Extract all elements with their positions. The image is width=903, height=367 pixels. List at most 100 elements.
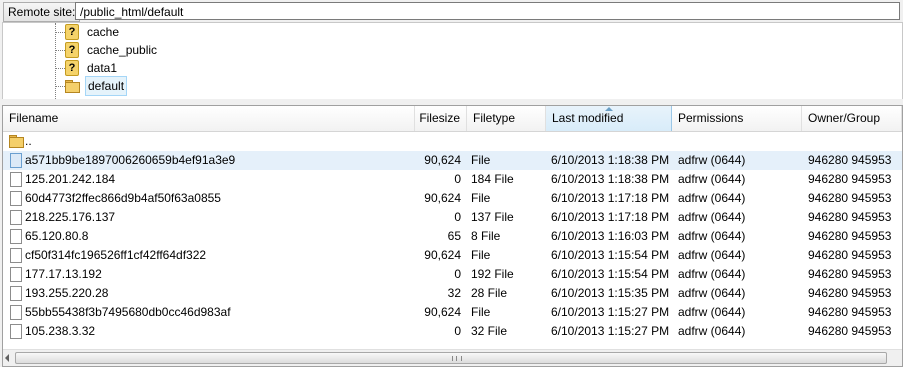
file-row[interactable]: 125.201.242.184 0 184 File 6/10/2013 1:18:3…: [3, 170, 902, 189]
remote-file-list[interactable]: Filename Filesize Filetype Last modified…: [2, 105, 903, 367]
file-row[interactable]: 65.120.80.8 65 8 File 6/10/2013 1:16:03 PM a…: [3, 227, 902, 246]
file-permissions: adfrw (0644): [678, 191, 746, 205]
file-icon: [10, 267, 22, 282]
file-icon: [10, 191, 22, 206]
file-row[interactable]: 177.17.13.192 0 192 File 6/10/2013 1:15:54 …: [3, 265, 902, 284]
file-name: ..: [25, 134, 32, 148]
file-owner-group: 946280 945953: [808, 191, 892, 205]
column-header-owner-group[interactable]: Owner/Group: [802, 106, 902, 131]
tree-item-label: data1: [87, 61, 118, 75]
column-header-permissions[interactable]: Permissions: [672, 106, 802, 131]
file-type: 32 File: [471, 324, 508, 338]
file-type: File: [471, 153, 491, 167]
file-last-modified: 6/10/2013 1:15:54 PM: [551, 267, 670, 281]
tree-guide-line: [55, 23, 56, 99]
file-name: 218.225.176.137: [25, 210, 116, 224]
file-name: cf50f314fc196526ff1cf42ff64df322: [25, 248, 207, 262]
file-owner-group: 946280 945953: [808, 286, 892, 300]
column-header-filesize[interactable]: Filesize: [415, 106, 467, 131]
parent-directory-row[interactable]: ..: [3, 132, 902, 151]
file-last-modified: 6/10/2013 1:15:35 PM: [551, 286, 670, 300]
file-last-modified: 6/10/2013 1:17:18 PM: [551, 191, 670, 205]
file-icon: [10, 153, 22, 168]
file-icon: [10, 248, 22, 263]
file-row[interactable]: 218.225.176.137 0 137 File 6/10/2013 1:17:1…: [3, 208, 902, 227]
folder-icon: [9, 135, 24, 148]
file-size: 65: [447, 229, 461, 243]
file-owner-group: 946280 945953: [808, 324, 892, 338]
file-owner-group: 946280 945953: [808, 210, 892, 224]
file-row[interactable]: 60d4773f2ffec866d9b4af50f63a0855 90,624 Fi…: [3, 189, 902, 208]
file-name: 55bb55438f3b7495680db0cc46d983af: [25, 305, 231, 319]
file-name: a571bb9be1897006260659b4ef91a3e9: [25, 153, 236, 167]
file-permissions: adfrw (0644): [678, 286, 746, 300]
file-row[interactable]: 55bb55438f3b7495680db0cc46d983af 90,624 Fi…: [3, 303, 902, 322]
tree-item-label: cache_public: [87, 43, 158, 57]
file-row[interactable]: 193.255.220.28 32 28 File 6/10/2013 1:15:35…: [3, 284, 902, 303]
column-header-filename[interactable]: Filename: [3, 106, 415, 131]
file-size: 0: [454, 210, 461, 224]
scroll-left-arrow-icon[interactable]: [5, 354, 9, 362]
file-size: 0: [454, 267, 461, 281]
file-last-modified: 6/10/2013 1:15:27 PM: [551, 305, 670, 319]
file-size: 90,624: [424, 305, 461, 319]
remote-site-bar: Remote site: /public_html/default: [0, 0, 903, 22]
file-size: 90,624: [424, 191, 461, 205]
remote-directory-tree[interactable]: ? cache ? cache_public ? data1 default: [2, 22, 903, 100]
file-permissions: adfrw (0644): [678, 172, 746, 186]
file-owner-group: 946280 945953: [808, 248, 892, 262]
file-icon: [10, 286, 22, 301]
file-name: 125.201.242.184: [25, 172, 116, 186]
file-icon: [10, 305, 22, 320]
file-name: 65.120.80.8: [25, 229, 89, 243]
remote-site-label: Remote site:: [3, 2, 81, 22]
file-name: 177.17.13.192: [25, 267, 102, 281]
file-last-modified: 6/10/2013 1:16:03 PM: [551, 229, 670, 243]
tree-item-label: default: [85, 76, 128, 96]
file-owner-group: 946280 945953: [808, 229, 892, 243]
unknown-folder-icon: ?: [65, 24, 79, 40]
file-row[interactable]: a571bb9be1897006260659b4ef91a3e9 90,624 Fi…: [3, 151, 902, 170]
file-last-modified: 6/10/2013 1:17:18 PM: [551, 210, 670, 224]
file-icon: [10, 324, 22, 339]
grip-icon: [452, 356, 462, 361]
column-header-last-modified-label: Last modified: [552, 111, 624, 125]
file-last-modified: 6/10/2013 1:15:27 PM: [551, 324, 670, 338]
unknown-folder-icon: ?: [65, 42, 79, 58]
file-size: 0: [454, 172, 461, 186]
file-type: 28 File: [471, 286, 508, 300]
file-permissions: adfrw (0644): [678, 248, 746, 262]
file-permissions: adfrw (0644): [678, 267, 746, 281]
file-row[interactable]: cf50f314fc196526ff1cf42ff64df322 90,624 Fi…: [3, 246, 902, 265]
file-owner-group: 946280 945953: [808, 153, 892, 167]
file-last-modified: 6/10/2013 1:18:38 PM: [551, 153, 670, 167]
column-header-last-modified[interactable]: Last modified: [546, 106, 672, 131]
file-name: 60d4773f2ffec866d9b4af50f63a0855: [25, 191, 221, 205]
unknown-folder-icon: ?: [65, 60, 79, 76]
file-type: 8 File: [471, 229, 501, 243]
file-name: 105.238.3.32: [25, 324, 96, 338]
file-size: 90,624: [424, 153, 461, 167]
file-list-header: Filename Filesize Filetype Last modified…: [3, 106, 902, 132]
file-icon: [10, 210, 22, 225]
remote-path-input[interactable]: /public_html/default: [75, 2, 900, 20]
file-type: File: [471, 191, 491, 205]
file-icon: [10, 172, 22, 187]
file-permissions: adfrw (0644): [678, 305, 746, 319]
column-header-filetype[interactable]: Filetype: [467, 106, 546, 131]
scrollbar-thumb[interactable]: [15, 352, 887, 364]
horizontal-scrollbar[interactable]: [3, 349, 902, 366]
file-type: File: [471, 305, 491, 319]
file-size: 90,624: [424, 248, 461, 262]
file-size: 0: [454, 324, 461, 338]
file-permissions: adfrw (0644): [678, 229, 746, 243]
file-owner-group: 946280 945953: [808, 267, 892, 281]
file-icon: [10, 229, 22, 244]
file-row[interactable]: 105.238.3.32 0 32 File 6/10/2013 1:15:27 PM…: [3, 322, 902, 341]
tree-item-label: cache: [87, 25, 120, 39]
file-last-modified: 6/10/2013 1:15:54 PM: [551, 248, 670, 262]
file-size: 32: [447, 286, 461, 300]
file-owner-group: 946280 945953: [808, 305, 892, 319]
file-type: 192 File: [471, 267, 514, 281]
file-type: File: [471, 248, 491, 262]
